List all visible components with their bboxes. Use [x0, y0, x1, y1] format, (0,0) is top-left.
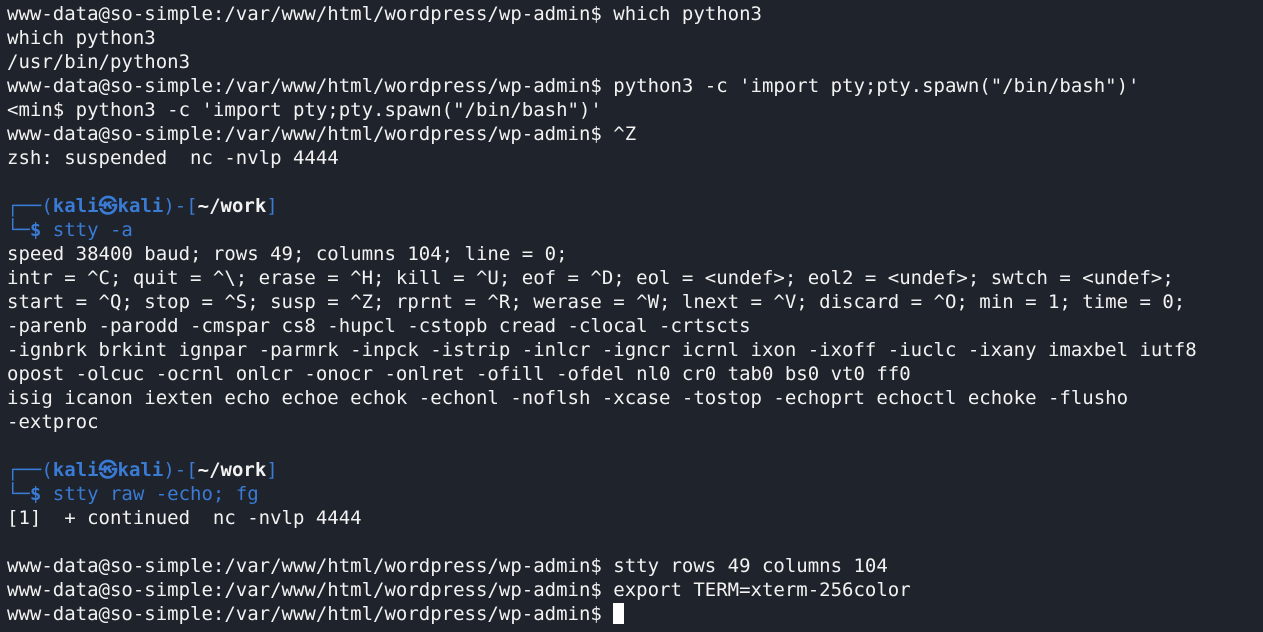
output-line: <min$ python3 -c 'import pty;pty.spawn("…	[7, 99, 602, 121]
prompt-host: kali	[117, 195, 164, 217]
command-name: stty	[52, 483, 99, 505]
prompt-user: kali	[52, 195, 99, 217]
kali-prompt-header: ┌──(kali㉿kali)-[~/work]	[7, 458, 1263, 482]
command-args: raw -echo; fg	[98, 483, 259, 505]
terminal-window[interactable]: www-data@so-simple:/var/www/html/wordpre…	[0, 0, 1263, 632]
output-line: www-data@so-simple:/var/www/html/wordpre…	[7, 555, 888, 577]
text-cursor[interactable]	[613, 603, 625, 624]
prompt-separator: )-[	[163, 195, 198, 217]
prompt-directory: ~/work	[197, 195, 267, 217]
output-line: isig icanon iexten echo echoe echok -ech…	[7, 387, 1129, 409]
prompt-dollar: $	[29, 219, 53, 241]
prompt-directory: ~/work	[197, 459, 267, 481]
prompt-at-symbol: ㉿	[98, 459, 118, 481]
output-line: www-data@so-simple:/var/www/html/wordpre…	[7, 123, 637, 145]
prompt-user: kali	[52, 459, 99, 481]
prompt-corner-bottom: └─	[7, 483, 30, 505]
output-line: -ignbrk brkint ignpar -parmrk -inpck -is…	[7, 339, 1197, 361]
output-line: which python3	[7, 27, 156, 49]
output-line: intr = ^C; quit = ^\; erase = ^H; kill =…	[7, 267, 1174, 289]
output-line: /usr/bin/python3	[7, 51, 191, 73]
command-name: stty	[52, 219, 99, 241]
kali-prompt-command: └─$ stty -a	[7, 218, 1263, 242]
output-line: opost -olcuc -ocrnl onlcr -onocr -onlret…	[7, 363, 911, 385]
prompt-at-symbol: ㉿	[98, 195, 118, 217]
prompt-corner-top: ┌──(	[7, 195, 53, 217]
shell-prompt: www-data@so-simple:/var/www/html/wordpre…	[7, 603, 614, 625]
output-line: zsh: suspended nc -nvlp 4444	[7, 147, 339, 169]
output-line: -extproc	[7, 411, 99, 433]
prompt-separator: )-[	[163, 459, 198, 481]
output-line: -parenb -parodd -cmspar cs8 -hupcl -csto…	[7, 315, 751, 337]
prompt-corner-bottom: └─	[7, 219, 30, 241]
output-line: speed 38400 baud; rows 49; columns 104; …	[7, 243, 568, 265]
prompt-bracket-close: ]	[266, 459, 278, 481]
output-line: start = ^Q; stop = ^S; susp = ^Z; rprnt …	[7, 291, 1186, 313]
command-args: -a	[98, 219, 133, 241]
output-line: www-data@so-simple:/var/www/html/wordpre…	[7, 3, 762, 25]
output-line: www-data@so-simple:/var/www/html/wordpre…	[7, 75, 1140, 97]
prompt-corner-top: ┌──(	[7, 459, 53, 481]
prompt-dollar: $	[29, 483, 53, 505]
active-prompt-line[interactable]: www-data@so-simple:/var/www/html/wordpre…	[7, 602, 1263, 626]
prompt-host: kali	[117, 459, 164, 481]
output-line: www-data@so-simple:/var/www/html/wordpre…	[7, 579, 911, 601]
prompt-bracket-close: ]	[266, 195, 278, 217]
output-line: [1] + continued nc -nvlp 4444	[7, 507, 362, 529]
kali-prompt-command: └─$ stty raw -echo; fg	[7, 482, 1263, 506]
kali-prompt-header: ┌──(kali㉿kali)-[~/work]	[7, 194, 1263, 218]
